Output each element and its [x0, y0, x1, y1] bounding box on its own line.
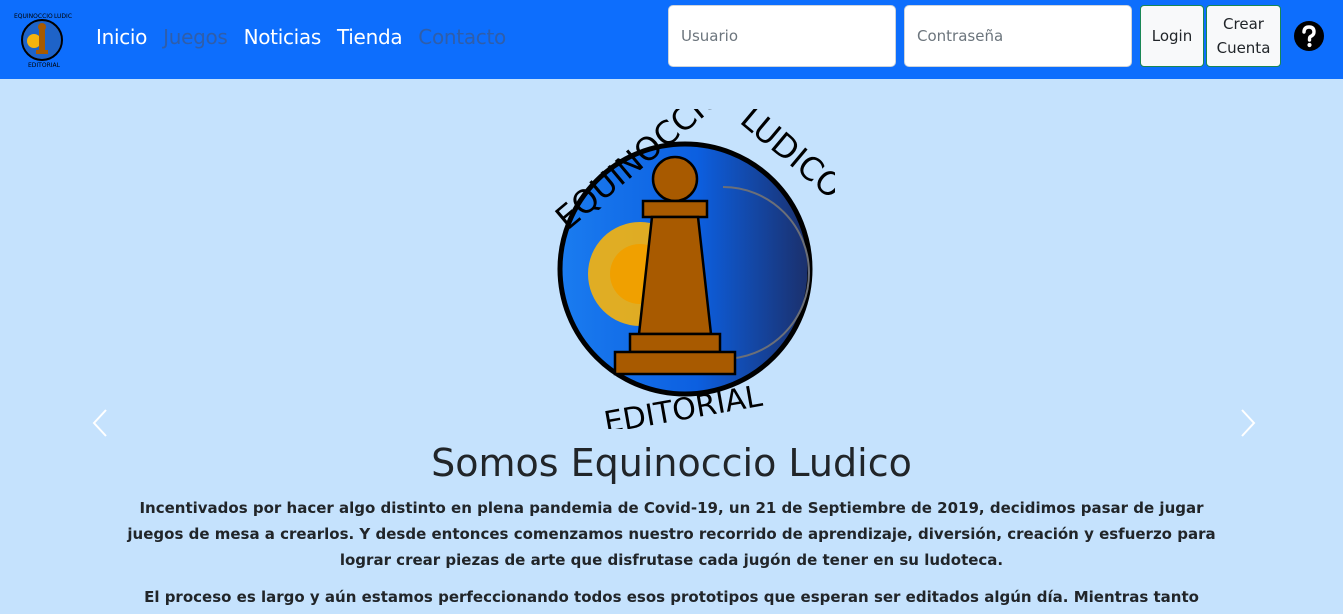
login-button[interactable]: Login	[1140, 5, 1204, 67]
hero-paragraph-1: Incentivados por hacer algo distinto en …	[127, 499, 1216, 569]
nav-juegos[interactable]: Juegos	[163, 24, 228, 50]
nav-contacto[interactable]: Contacto	[418, 24, 506, 50]
navbar: EQUINOCCIO LUDICO EDITORIAL Inicio Juego…	[0, 0, 1343, 79]
nav-noticias[interactable]: Noticias	[244, 24, 322, 50]
nav-tienda[interactable]: Tienda	[337, 24, 403, 50]
carousel-next-icon[interactable]	[1237, 407, 1257, 439]
svg-text:EQUINOCCIO: EQUINOCCIO	[14, 13, 53, 20]
brand-logo[interactable]: EQUINOCCIO LUDICO EDITORIAL	[12, 8, 72, 68]
question-circle-icon[interactable]	[1293, 20, 1325, 52]
nav-inicio[interactable]: Inicio	[96, 24, 147, 50]
hero-title: Somos Equinoccio Ludico	[431, 441, 912, 485]
svg-text:LUDICO: LUDICO	[54, 13, 72, 20]
equinoccio-ludico-logo: EQUINOCCIO LUDICO EDITORIAL	[548, 109, 835, 429]
username-input[interactable]	[668, 5, 896, 67]
create-account-button[interactable]: Crear Cuenta	[1206, 5, 1281, 67]
carousel-prev-icon[interactable]	[91, 407, 111, 439]
password-input[interactable]	[904, 5, 1132, 67]
hero-carousel: EQUINOCCIO LUDICO EDITORIAL Somos Equino…	[0, 79, 1343, 614]
main-nav: Inicio Juegos Noticias Tienda Contacto	[96, 24, 506, 50]
hero-paragraph-2: El proceso es largo y aún estamos perfec…	[144, 588, 1199, 606]
svg-text:EDITORIAL: EDITORIAL	[28, 62, 61, 68]
